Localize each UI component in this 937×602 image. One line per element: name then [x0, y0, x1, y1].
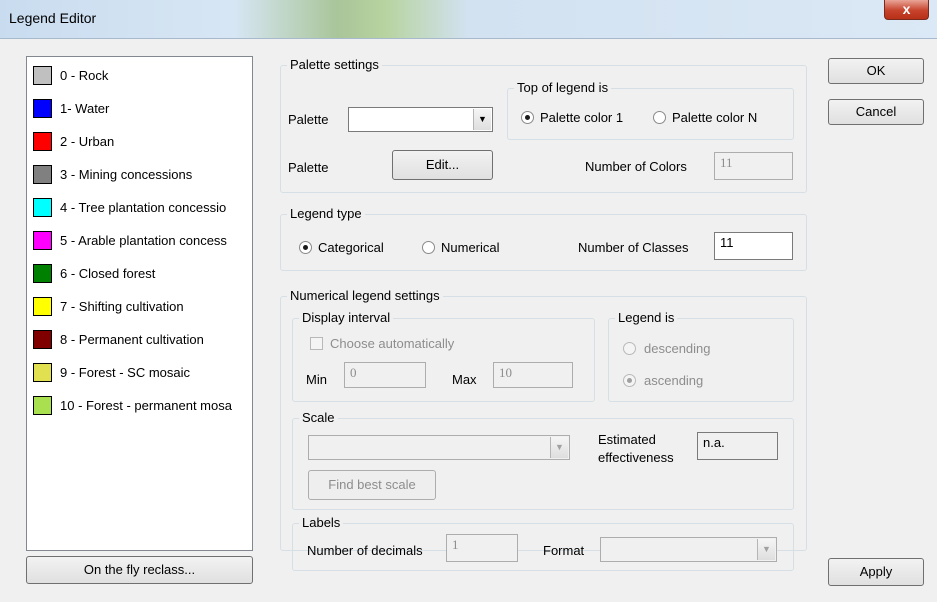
palette-label: Palette [288, 112, 329, 127]
number-of-colors-label: Number of Colors [585, 159, 687, 174]
legend-item-label: 2 - Urban [60, 134, 115, 149]
number-of-classes-label: Number of Classes [578, 240, 689, 255]
chevron-down-icon[interactable]: ▼ [757, 539, 775, 560]
radio-descending[interactable] [623, 342, 636, 355]
legend-item-label: 10 - Forest - permanent mosa [60, 398, 232, 413]
display-interval-title: Display interval [299, 310, 394, 325]
palette-color-1-label: Palette color 1 [540, 110, 624, 125]
chevron-down-icon[interactable]: ▼ [550, 437, 568, 458]
choose-automatically-label: Choose automatically [330, 336, 455, 351]
palette-color-n-label: Palette color N [672, 110, 758, 125]
title-bar: Legend Editor x [0, 0, 937, 39]
color-swatch [33, 297, 52, 316]
legend-item-label: 8 - Permanent cultivation [60, 332, 204, 347]
legend-is-title: Legend is [615, 310, 678, 325]
format-select[interactable]: ▼ [600, 537, 777, 562]
format-label: Format [543, 543, 585, 558]
palette-edit-label: Palette [288, 160, 329, 175]
color-swatch [33, 99, 52, 118]
max-field: 10 [493, 362, 573, 388]
color-swatch [33, 264, 52, 283]
edit-palette-button[interactable]: Edit... [392, 150, 493, 180]
legend-item-label: 1- Water [60, 101, 110, 116]
scale-title: Scale [299, 410, 338, 425]
choose-automatically-checkbox[interactable] [310, 337, 323, 350]
color-swatch [33, 198, 52, 217]
min-field: 0 [344, 362, 426, 388]
top-of-legend-title: Top of legend is [514, 80, 612, 95]
effectiveness-label: effectiveness [598, 450, 674, 465]
legend-item-label: 9 - Forest - SC mosaic [60, 365, 191, 380]
number-of-classes-field[interactable]: 11 [714, 232, 793, 260]
legend-item-label: 4 - Tree plantation concessio [60, 200, 227, 215]
radio-ascending[interactable] [623, 374, 636, 387]
labels-title: Labels [299, 515, 344, 530]
color-swatch [33, 363, 52, 382]
color-swatch [33, 396, 52, 415]
estimated-label: Estimated [598, 432, 656, 447]
radio-palette-color-n[interactable] [653, 111, 666, 124]
palette-select[interactable]: ▼ [348, 107, 493, 132]
number-of-decimals-label: Number of decimals [307, 543, 423, 558]
descending-label: descending [644, 341, 711, 356]
legend-item-label: 7 - Shifting cultivation [60, 299, 184, 314]
color-swatch [33, 165, 52, 184]
estimated-effectiveness-field: n.a. [697, 432, 778, 460]
numerical-settings-title: Numerical legend settings [287, 288, 443, 303]
on-the-fly-reclass-button[interactable]: On the fly reclass... [26, 556, 253, 584]
close-icon: x [902, 1, 911, 17]
chevron-down-icon[interactable]: ▼ [473, 109, 491, 130]
radio-numerical[interactable] [422, 241, 435, 254]
close-button[interactable]: x [884, 0, 929, 20]
ok-button[interactable]: OK [828, 58, 924, 84]
color-swatch [33, 132, 52, 151]
legend-item-label: 6 - Closed forest [60, 266, 156, 281]
number-of-decimals-field: 1 [446, 534, 518, 562]
number-of-colors-field: 11 [714, 152, 793, 180]
legend-is-group: Legend is [608, 310, 794, 402]
display-interval-group: Display interval [292, 310, 595, 402]
legend-item-label: 3 - Mining concessions [60, 167, 193, 182]
window-title: Legend Editor [9, 10, 97, 26]
legend-type-title: Legend type [287, 206, 365, 221]
max-label: Max [452, 372, 477, 387]
scale-select[interactable]: ▼ [308, 435, 570, 460]
radio-palette-color-1[interactable] [521, 111, 534, 124]
legend-item-label: 5 - Arable plantation concess [60, 233, 227, 248]
ascending-label: ascending [644, 373, 704, 388]
color-swatch [33, 66, 52, 85]
color-swatch [33, 330, 52, 349]
cancel-button[interactable]: Cancel [828, 99, 924, 125]
numerical-label: Numerical [441, 240, 500, 255]
radio-categorical[interactable] [299, 241, 312, 254]
legend-item-label: 0 - Rock [60, 68, 109, 83]
color-swatch [33, 231, 52, 250]
apply-button[interactable]: Apply [828, 558, 924, 586]
categorical-label: Categorical [318, 240, 384, 255]
legend-list[interactable]: 0 - Rock 1- Water 2 - Urban 3 - Mining c… [26, 56, 253, 551]
find-best-scale-button[interactable]: Find best scale [308, 470, 436, 500]
min-label: Min [306, 372, 327, 387]
palette-settings-title: Palette settings [287, 57, 382, 72]
